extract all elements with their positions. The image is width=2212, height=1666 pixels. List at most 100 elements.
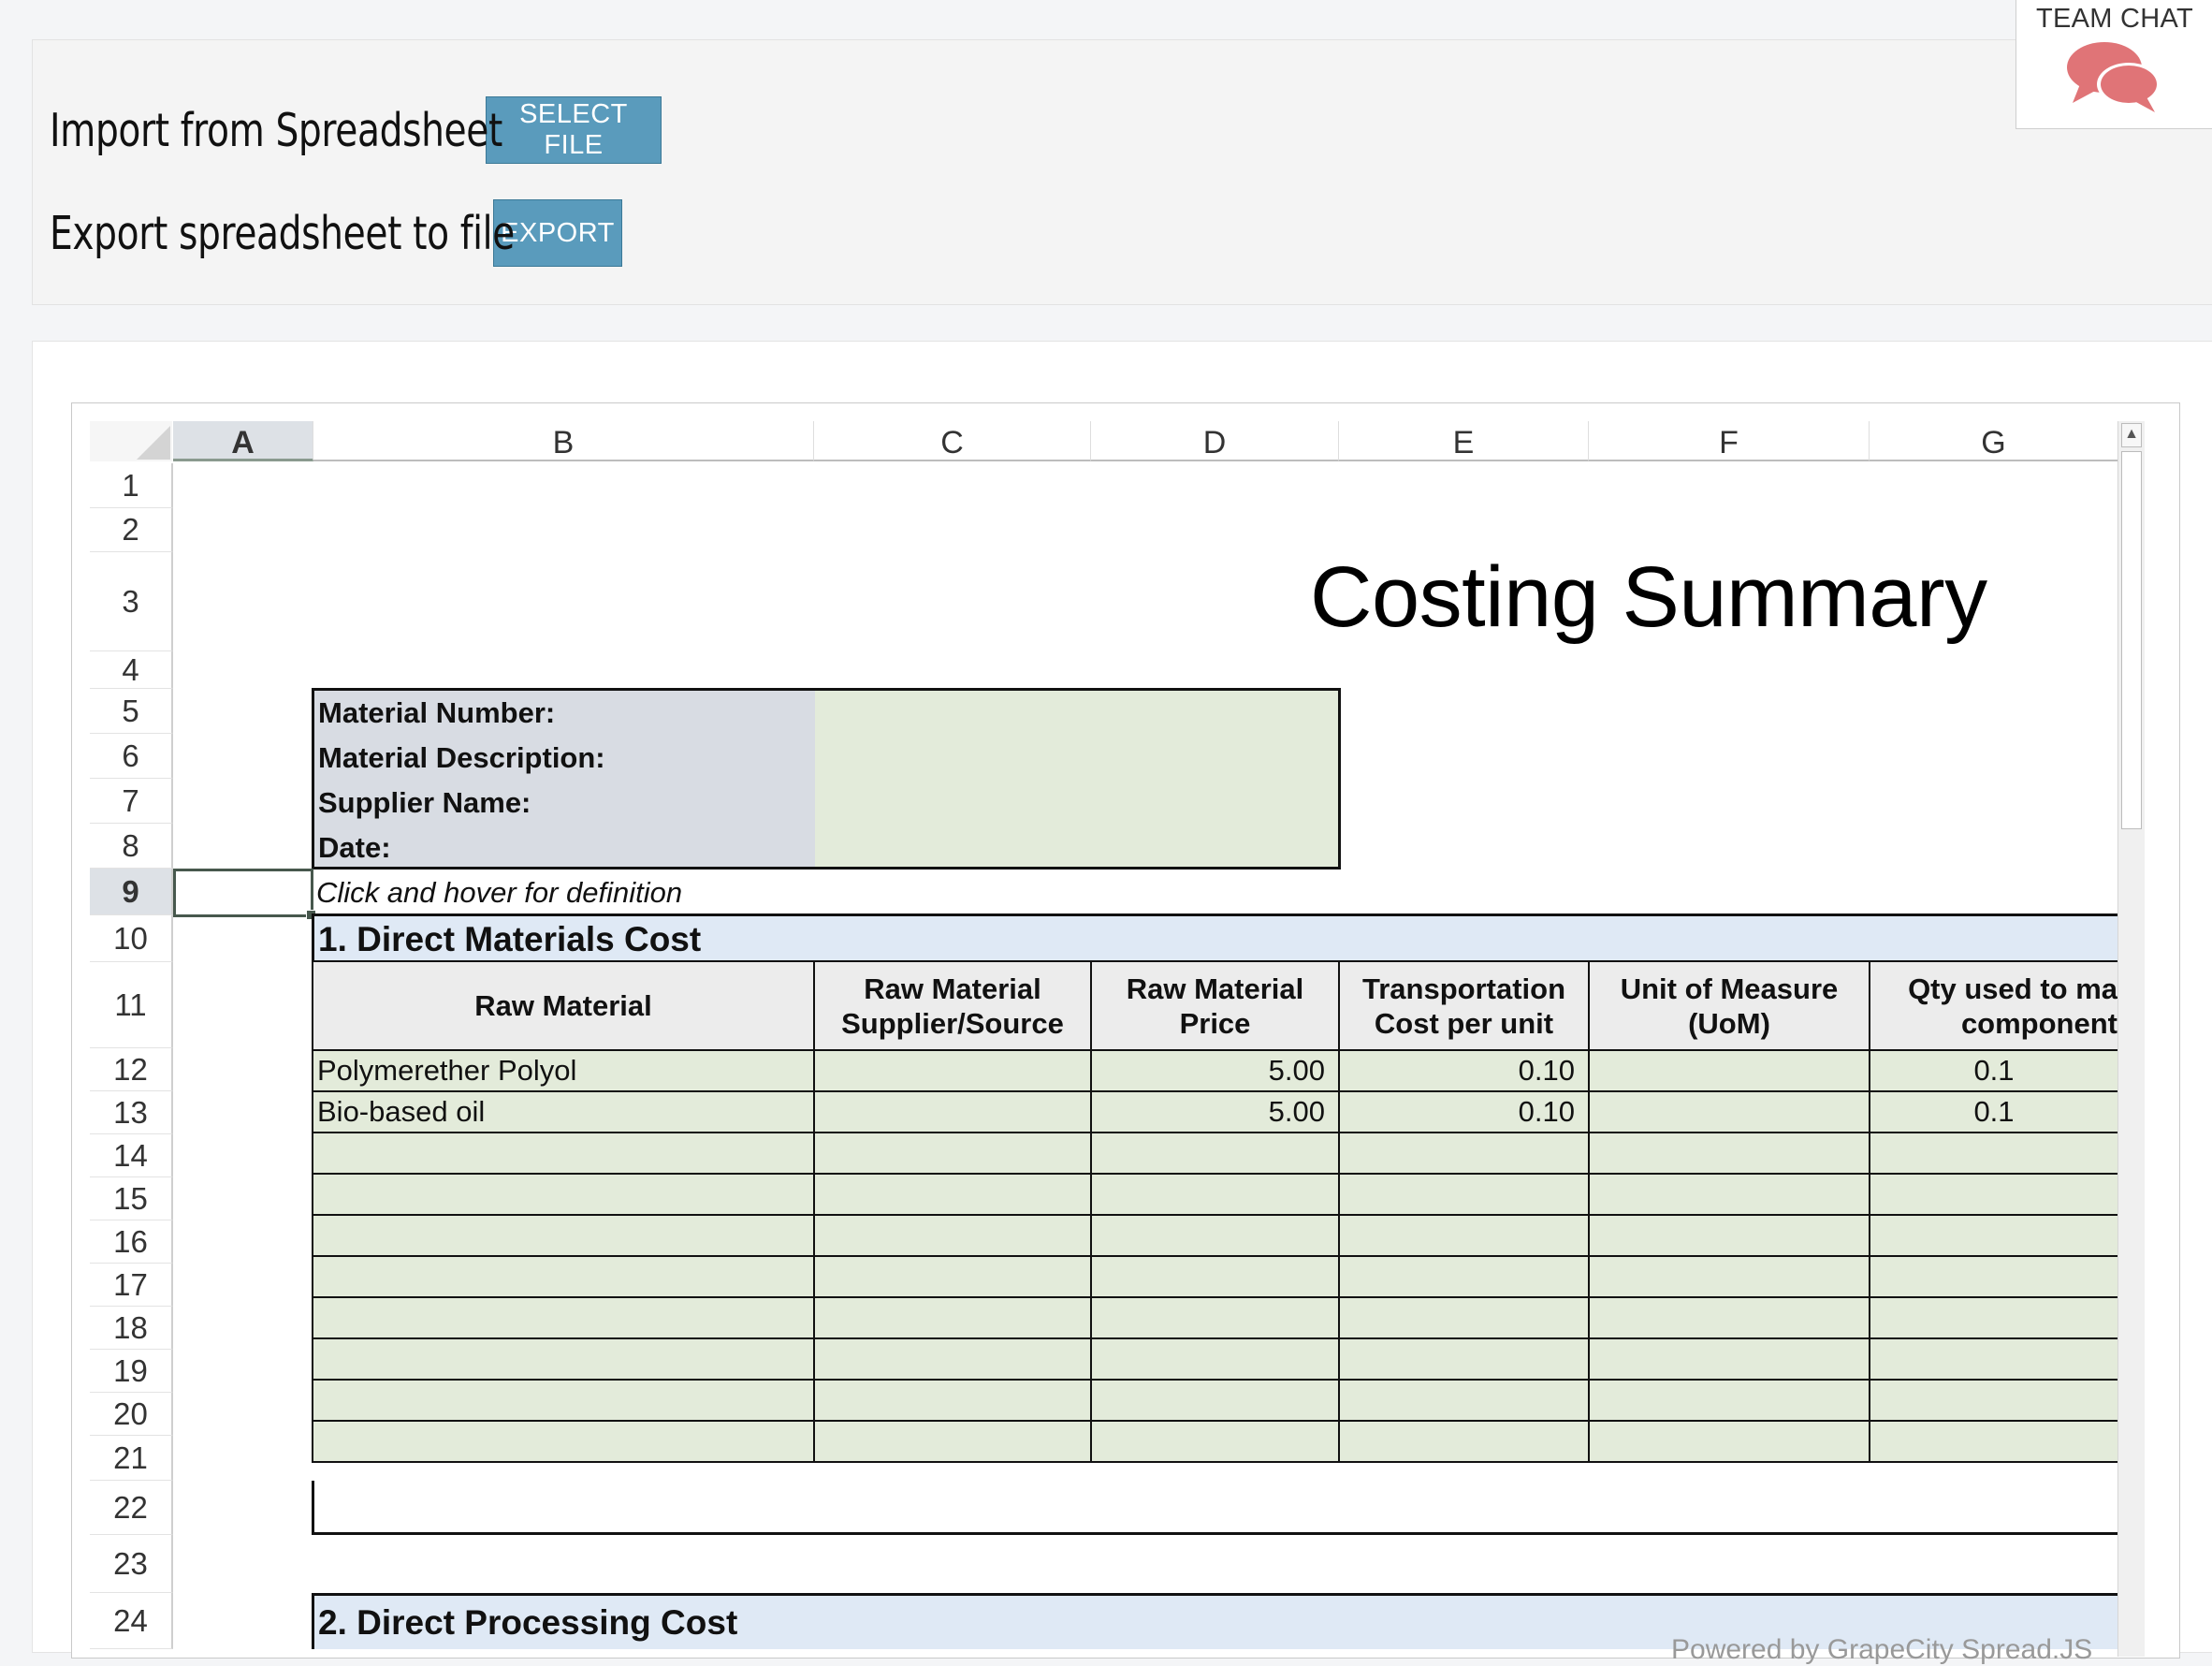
table-cell[interactable]	[1869, 1255, 2119, 1298]
table-cell[interactable]	[813, 1049, 1092, 1092]
table-cell[interactable]	[312, 1296, 815, 1339]
table-cell[interactable]	[813, 1296, 1092, 1339]
info-input-cells[interactable]	[815, 691, 1338, 867]
table-cell[interactable]: 0.10	[1338, 1090, 1590, 1133]
row-header-2[interactable]: 2	[90, 508, 173, 552]
row-header-15[interactable]: 15	[90, 1177, 173, 1220]
table-header-cell[interactable]: Raw Material	[312, 960, 815, 1051]
team-chat-widget[interactable]: TEAM CHAT	[2016, 0, 2212, 129]
table-cell[interactable]: 5.00	[1090, 1090, 1340, 1133]
table-cell[interactable]	[1338, 1255, 1590, 1298]
vertical-scrollbar[interactable]: ▲	[2117, 421, 2145, 1657]
table-cell[interactable]	[1338, 1420, 1590, 1463]
table-cell[interactable]	[813, 1337, 1092, 1381]
column-header-b[interactable]: B	[313, 421, 814, 461]
table-cell[interactable]: 0.10	[1338, 1049, 1590, 1092]
row-header-7[interactable]: 7	[90, 779, 173, 824]
table-cell[interactable]	[1338, 1214, 1590, 1257]
table-cell[interactable]	[813, 1420, 1092, 1463]
row-header-5[interactable]: 5	[90, 689, 173, 734]
table-cell[interactable]	[1869, 1337, 2119, 1381]
table-cell[interactable]: 5.00	[1090, 1049, 1340, 1092]
table-cell[interactable]	[1588, 1132, 1870, 1175]
row-header-1[interactable]: 1	[90, 463, 173, 508]
table-cell[interactable]: Polymerether Polyol	[312, 1049, 815, 1092]
table-cell[interactable]	[312, 1337, 815, 1381]
row-header-4[interactable]: 4	[90, 651, 173, 689]
table-cell[interactable]	[813, 1255, 1092, 1298]
row-header-9[interactable]: 9	[90, 869, 173, 915]
table-cell[interactable]	[1090, 1337, 1340, 1381]
table-cell[interactable]	[1090, 1379, 1340, 1422]
table-cell[interactable]	[312, 1132, 815, 1175]
row-header-18[interactable]: 18	[90, 1307, 173, 1350]
table-cell[interactable]	[1338, 1132, 1590, 1175]
table-cell[interactable]	[1588, 1296, 1870, 1339]
row-header-21[interactable]: 21	[90, 1436, 173, 1481]
table-cell[interactable]	[1588, 1090, 1870, 1133]
row-header-22[interactable]: 22	[90, 1481, 173, 1535]
row-header-12[interactable]: 12	[90, 1048, 173, 1091]
table-cell[interactable]	[312, 1255, 815, 1298]
table-cell[interactable]	[1588, 1337, 1870, 1381]
column-header-f[interactable]: F	[1589, 421, 1870, 461]
row-header-19[interactable]: 19	[90, 1350, 173, 1393]
row-header-23[interactable]: 23	[90, 1535, 173, 1593]
column-header-c[interactable]: C	[814, 421, 1091, 461]
table-cell[interactable]	[1588, 1214, 1870, 1257]
scroll-up-arrow-icon[interactable]: ▲	[2121, 423, 2142, 447]
table-cell[interactable]	[813, 1214, 1092, 1257]
table-cell[interactable]	[1588, 1049, 1870, 1092]
table-cell[interactable]	[312, 1420, 815, 1463]
table-header-cell[interactable]: Transportation Cost per unit	[1338, 960, 1590, 1051]
row-header-3[interactable]: 3	[90, 552, 173, 651]
table-header-cell[interactable]: Raw Material Supplier/Source	[813, 960, 1092, 1051]
table-cell[interactable]	[1338, 1379, 1590, 1422]
column-header-g[interactable]: G	[1870, 421, 2118, 461]
table-cell[interactable]	[1090, 1173, 1340, 1216]
table-cell[interactable]	[813, 1173, 1092, 1216]
table-cell[interactable]	[312, 1379, 815, 1422]
table-header-cell[interactable]: Qty used to ma component	[1869, 960, 2119, 1051]
row-header-16[interactable]: 16	[90, 1220, 173, 1264]
row-header-14[interactable]: 14	[90, 1134, 173, 1177]
table-cell[interactable]	[1588, 1255, 1870, 1298]
table-cell[interactable]	[1869, 1214, 2119, 1257]
table-cell[interactable]: Bio-based oil	[312, 1090, 815, 1133]
row-header-6[interactable]: 6	[90, 734, 173, 779]
table-cell[interactable]	[813, 1090, 1092, 1133]
scrollbar-thumb[interactable]	[2121, 451, 2142, 829]
column-header-e[interactable]: E	[1339, 421, 1589, 461]
table-cell[interactable]	[1090, 1296, 1340, 1339]
table-cell[interactable]	[1588, 1420, 1870, 1463]
table-cell[interactable]	[1588, 1173, 1870, 1216]
table-cell[interactable]	[1869, 1132, 2119, 1175]
table-cell[interactable]	[1869, 1379, 2119, 1422]
select-file-button[interactable]: SELECT FILE	[486, 96, 662, 164]
table-cell[interactable]	[1090, 1420, 1340, 1463]
table-header-cell[interactable]: Raw Material Price	[1090, 960, 1340, 1051]
table-cell[interactable]	[1869, 1296, 2119, 1339]
table-cell[interactable]	[813, 1132, 1092, 1175]
selected-cell-a9[interactable]	[173, 869, 316, 920]
table-cell[interactable]	[1588, 1379, 1870, 1422]
row-header-13[interactable]: 13	[90, 1091, 173, 1134]
table-cell[interactable]	[312, 1173, 815, 1216]
table-cell[interactable]	[1869, 1173, 2119, 1216]
row-header-17[interactable]: 17	[90, 1264, 173, 1307]
table-cell[interactable]	[1869, 1420, 2119, 1463]
table-header-cell[interactable]: Unit of Measure (UoM)	[1588, 960, 1870, 1051]
table-cell[interactable]	[813, 1379, 1092, 1422]
table-cell[interactable]: 0.1	[1869, 1090, 2119, 1133]
table-cell[interactable]	[312, 1214, 815, 1257]
table-cell[interactable]	[1338, 1296, 1590, 1339]
column-header-a[interactable]: A	[173, 421, 313, 461]
select-all-corner[interactable]	[90, 421, 172, 461]
row-header-10[interactable]: 10	[90, 915, 173, 962]
row-header-8[interactable]: 8	[90, 824, 173, 869]
table-cell[interactable]	[1338, 1173, 1590, 1216]
table-cell[interactable]	[1338, 1337, 1590, 1381]
table-cell[interactable]	[1090, 1255, 1340, 1298]
table-cell[interactable]	[1090, 1214, 1340, 1257]
table-cell[interactable]: 0.1	[1869, 1049, 2119, 1092]
